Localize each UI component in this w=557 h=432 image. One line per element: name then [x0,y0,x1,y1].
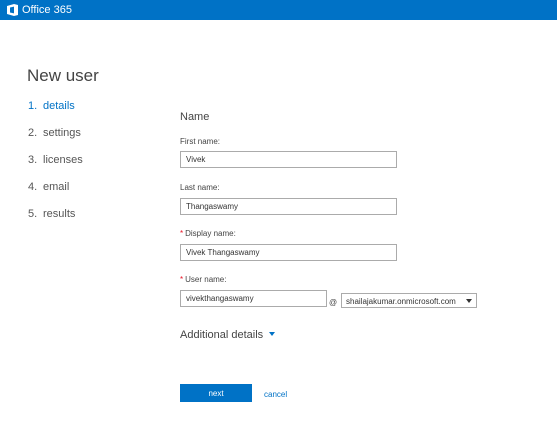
step-licenses[interactable]: 3. licenses [28,153,83,180]
required-marker: * [180,229,184,238]
brand-name[interactable]: Office 365 [22,3,72,17]
last-name-field[interactable] [180,198,397,215]
additional-details-toggle[interactable]: Additional details [180,329,276,341]
domain-select-value: shailajakumar.onmicrosoft.com [346,297,456,306]
display-name-field[interactable] [180,244,397,261]
required-marker: * [180,275,184,284]
first-name-label: First name: [180,137,221,146]
next-button[interactable]: next [180,384,252,402]
step-label: results [43,208,76,220]
domain-select[interactable]: shailajakumar.onmicrosoft.com [341,293,477,308]
additional-details-label: Additional details [180,329,264,341]
user-name-label: User name: [185,275,227,284]
user-name-field[interactable] [180,290,327,307]
step-results[interactable]: 5. results [28,207,83,234]
step-settings[interactable]: 2. settings [28,126,83,153]
step-label: email [43,181,70,193]
chevron-down-icon [466,299,472,303]
user-name-label-row: * User name: [180,275,226,284]
step-number: 1. [28,100,38,112]
step-number: 3. [28,154,38,166]
last-name-label: Last name: [180,183,220,192]
step-number: 4. [28,181,38,193]
page-title: New user [27,66,99,85]
cancel-link[interactable]: cancel [264,390,287,399]
step-details[interactable]: 1. details [28,99,83,126]
name-section-title: Name [180,111,210,123]
step-label: licenses [43,154,83,166]
step-number: 5. [28,208,38,220]
step-email[interactable]: 4. email [28,180,83,207]
first-name-field[interactable] [180,151,397,168]
step-label: details [43,100,75,112]
top-bar: Office 365 [0,0,557,20]
wizard-steps: 1. details 2. settings 3. licenses 4. email … [28,99,83,234]
step-number: 2. [28,127,38,139]
step-label: settings [43,127,81,139]
display-name-label: Display name: [185,229,236,238]
display-name-label-row: * Display name: [180,229,236,238]
caret-down-icon [269,332,276,336]
at-sign: @ [329,298,338,307]
office-logo-icon [7,4,18,16]
